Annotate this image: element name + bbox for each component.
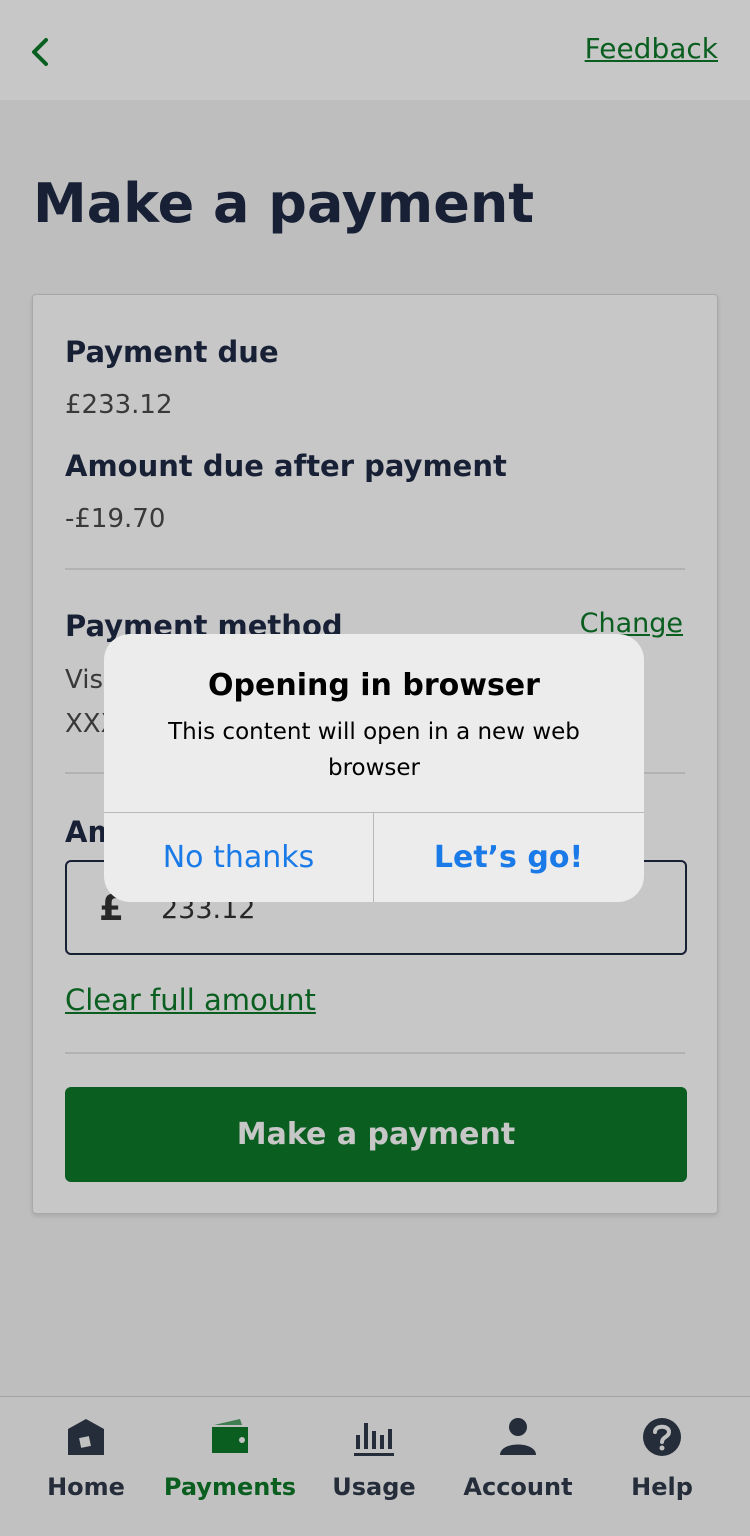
dialog-title: Opening in browser <box>208 668 540 703</box>
lets-go-button[interactable]: Let’s go! <box>374 813 643 902</box>
dialog-message: This content will open in a new web brow… <box>168 719 580 781</box>
no-thanks-button[interactable]: No thanks <box>104 813 373 902</box>
browser-alert-dialog: Opening in browser This content will ope… <box>104 634 644 902</box>
